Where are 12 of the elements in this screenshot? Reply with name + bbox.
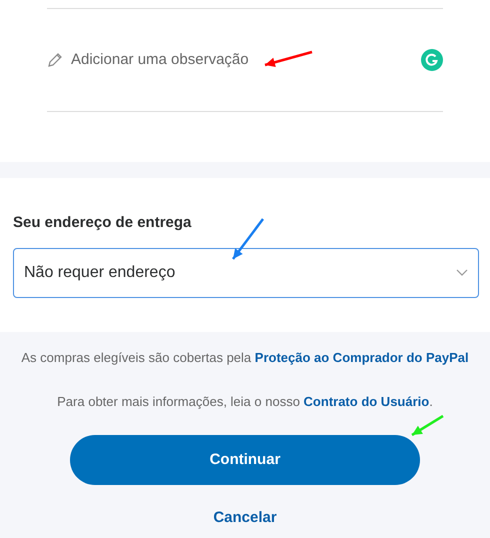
note-field[interactable]: Adicionar uma observação (71, 48, 421, 72)
link[interactable]: Proteção ao Comprador do PayPal (254, 350, 469, 365)
pencil-icon (47, 52, 63, 68)
grammar-check-icon[interactable] (421, 49, 443, 71)
cancel-link[interactable]: Cancelar (213, 507, 277, 530)
notice-text: As compras elegíveis são cobertas pela Proteção ao Comprador do PayPal (21, 349, 469, 367)
section-heading: Seu endereço de entrega (13, 213, 192, 233)
notice-text: Para obter mais informações, leia o nosso Contrato do Usuário. (57, 392, 433, 411)
link[interactable]: Contrato do Usuário (304, 394, 430, 408)
continue-button[interactable]: Continuar (70, 435, 420, 485)
chevron-down-icon (456, 268, 468, 276)
address-select[interactable]: Não requer endereço (13, 248, 479, 298)
